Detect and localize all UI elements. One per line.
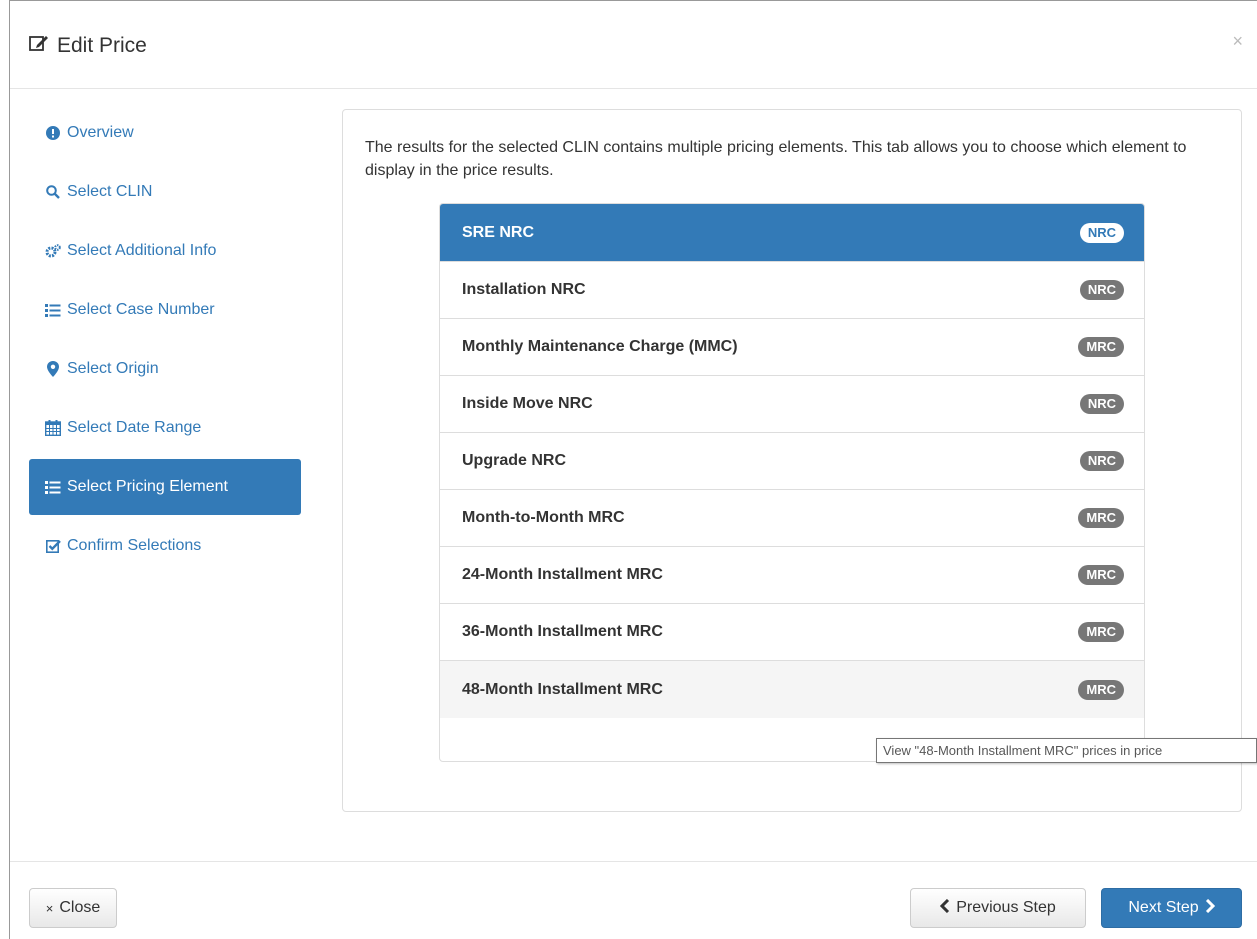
cogs-icon — [45, 243, 61, 259]
nav-item-label: Select Origin — [67, 360, 159, 377]
edit-price-modal: Edit Price × Overview Select CLIN Select… — [9, 0, 1257, 939]
pricing-element-label: SRE NRC — [462, 223, 535, 241]
pricing-type-badge: MRC — [1078, 679, 1124, 700]
pricing-element-label: Inside Move NRC — [462, 395, 593, 412]
pricing-element-item[interactable]: Monthly Maintenance Charge (MMC) MRC — [440, 319, 1144, 376]
pricing-element-item[interactable]: SRE NRC NRC — [440, 204, 1144, 262]
nav-item-label: Select Date Range — [67, 419, 202, 436]
pricing-type-badge: MRC — [1078, 508, 1124, 528]
panel-description: The results for the selected CLIN contai… — [365, 139, 1187, 179]
pricing-element-list: SRE NRC NRC Installation NRC NRC Monthly… — [439, 203, 1145, 762]
tooltip: View "48-Month Installment MRC" prices i… — [876, 738, 1257, 763]
pricing-element-panel: The results for the selected CLIN contai… — [342, 109, 1242, 812]
pricing-element-item[interactable]: 48-Month Installment MRC MRC — [440, 661, 1144, 718]
modal-title-text: Edit Price — [57, 34, 147, 57]
nav-item-label: Select Case Number — [67, 301, 215, 318]
modal-title: Edit Price — [29, 34, 147, 58]
next-step-label: Next Step — [1128, 899, 1199, 916]
pricing-type-badge: MRC — [1078, 337, 1124, 357]
close-icon[interactable]: × — [1232, 31, 1243, 52]
pricing-element-item[interactable]: 36-Month Installment MRC MRC — [440, 604, 1144, 661]
nav-item-select-pricing-element[interactable]: Select Pricing Element — [29, 459, 301, 515]
wizard-steps-nav: Overview Select CLIN Select Additional I… — [29, 105, 301, 577]
map-marker-icon — [45, 361, 61, 377]
calendar-icon — [45, 420, 61, 436]
check-square-icon — [45, 538, 61, 554]
next-step-button[interactable]: Next Step — [1101, 888, 1242, 928]
nav-item-label: Select Pricing Element — [67, 478, 228, 495]
exclamation-circle-icon — [45, 125, 61, 141]
list-icon — [45, 302, 61, 318]
pricing-element-label: Month-to-Month MRC — [462, 509, 625, 526]
pricing-element-item[interactable]: Month-to-Month MRC MRC — [440, 490, 1144, 547]
pricing-element-label: Monthly Maintenance Charge (MMC) — [462, 338, 738, 355]
nav-item-select-additional-info[interactable]: Select Additional Info — [29, 223, 301, 279]
nav-item-label: Select CLIN — [67, 183, 153, 200]
previous-step-label: Previous Step — [956, 899, 1056, 916]
close-button-label: Close — [59, 899, 101, 916]
pricing-element-label: 24-Month Installment MRC — [462, 566, 663, 583]
nav-item-overview[interactable]: Overview — [29, 105, 301, 161]
pricing-type-badge: NRC — [1079, 451, 1124, 471]
nav-item-label: Confirm Selections — [67, 537, 202, 554]
modal-footer: × Close Previous Step Next Step — [10, 861, 1257, 939]
nav-item-label: Select Additional Info — [67, 242, 217, 259]
pricing-type-badge: MRC — [1078, 565, 1124, 585]
nav-item-confirm-selections[interactable]: Confirm Selections — [29, 518, 301, 574]
list-icon — [45, 479, 61, 495]
pricing-element-label: 36-Month Installment MRC — [462, 623, 663, 640]
search-icon — [45, 184, 61, 200]
nav-item-select-origin[interactable]: Select Origin — [29, 341, 301, 397]
edit-icon — [29, 34, 49, 58]
modal-header: Edit Price × — [10, 1, 1257, 89]
pricing-type-badge: NRC — [1079, 394, 1124, 414]
close-button[interactable]: × Close — [29, 888, 117, 928]
pricing-element-label: Upgrade NRC — [462, 452, 567, 469]
chevron-right-icon — [1205, 898, 1215, 918]
close-icon: × — [45, 900, 54, 916]
nav-item-label: Overview — [67, 124, 134, 141]
pricing-element-item[interactable]: Installation NRC NRC — [440, 262, 1144, 319]
chevron-left-icon — [940, 898, 950, 918]
pricing-element-item[interactable]: Upgrade NRC NRC — [440, 433, 1144, 490]
pricing-element-item[interactable]: Inside Move NRC NRC — [440, 376, 1144, 433]
pricing-element-label: Installation NRC — [462, 281, 586, 298]
nav-item-select-case-number[interactable]: Select Case Number — [29, 282, 301, 338]
pricing-type-badge: NRC — [1079, 280, 1124, 300]
previous-step-button[interactable]: Previous Step — [910, 888, 1086, 928]
pricing-element-label: 48-Month Installment MRC — [462, 680, 663, 698]
pricing-type-badge: NRC — [1079, 222, 1124, 243]
pricing-type-badge: MRC — [1078, 622, 1124, 642]
nav-item-select-clin[interactable]: Select CLIN — [29, 164, 301, 220]
nav-item-select-date-range[interactable]: Select Date Range — [29, 400, 301, 456]
pricing-element-item[interactable]: 24-Month Installment MRC MRC — [440, 547, 1144, 604]
